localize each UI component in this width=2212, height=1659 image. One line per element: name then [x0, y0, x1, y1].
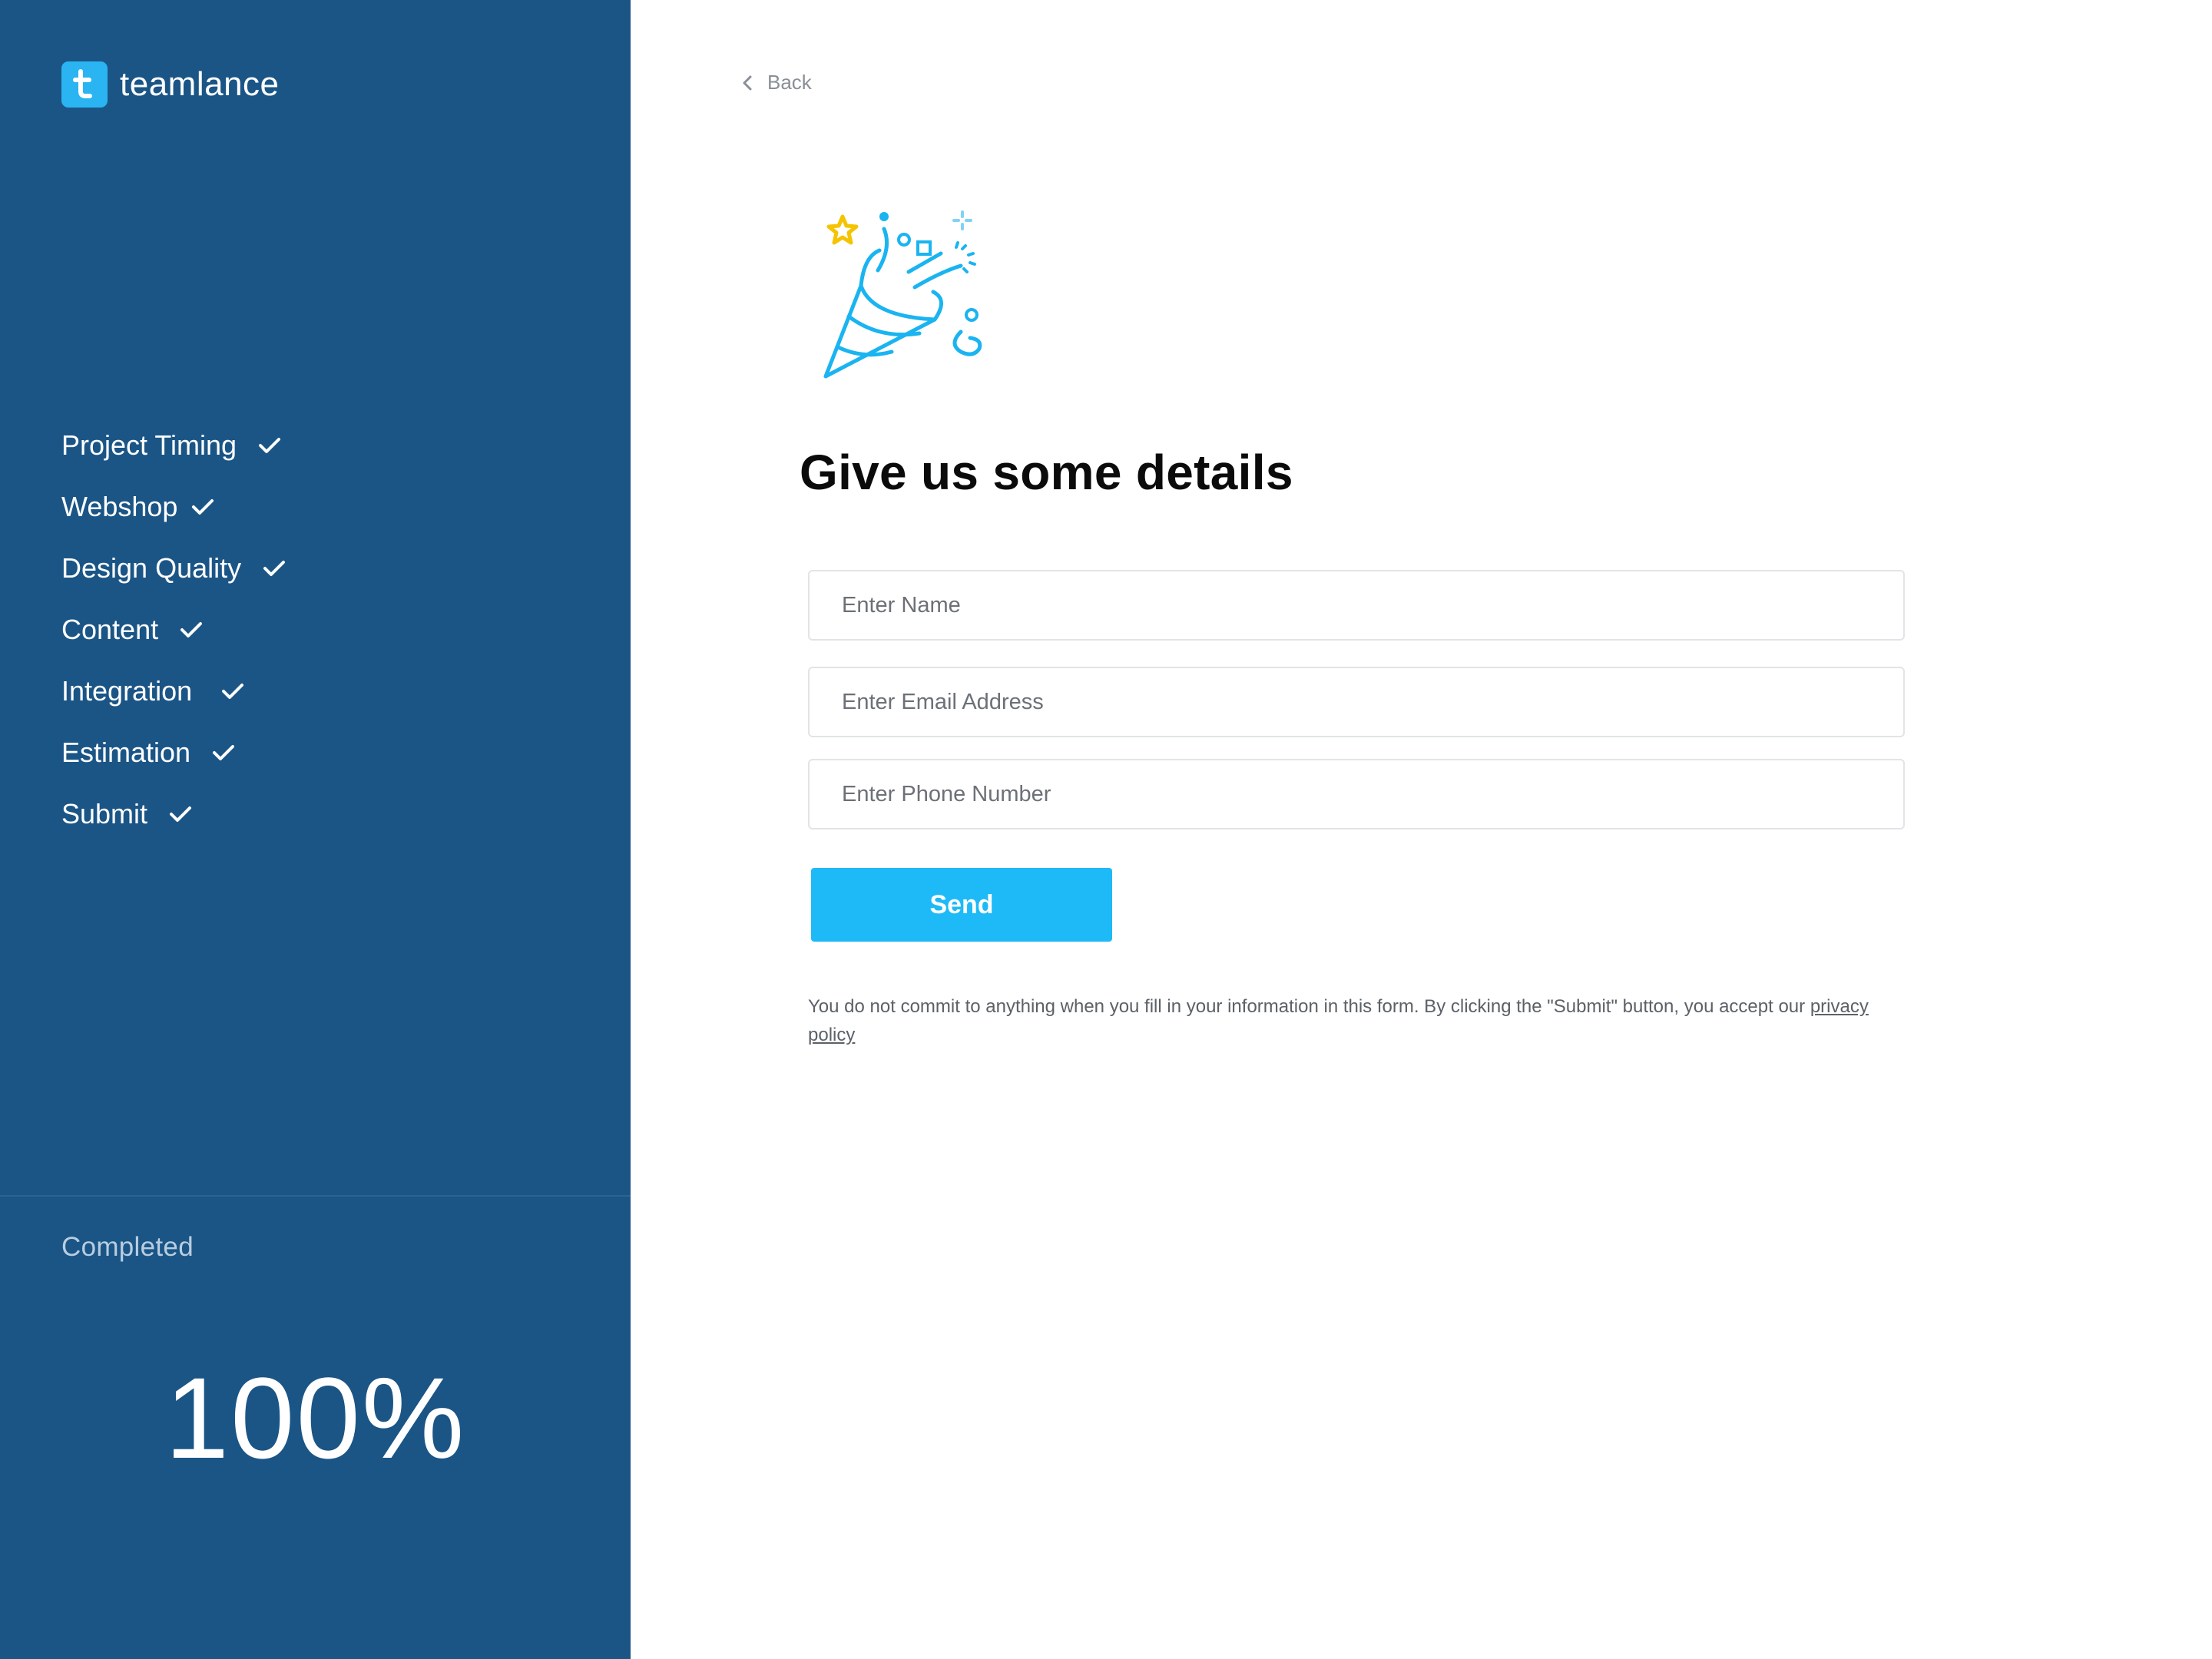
- email-input[interactable]: [808, 667, 1905, 737]
- brand[interactable]: teamlance: [61, 61, 280, 108]
- step-integration[interactable]: Integration: [61, 661, 286, 722]
- check-icon: [263, 559, 286, 578]
- check-icon: [169, 805, 192, 823]
- step-label: Webshop: [61, 491, 178, 522]
- back-label: Back: [767, 71, 812, 94]
- party-popper-icon: [818, 201, 1002, 386]
- page-title: Give us some details: [800, 445, 1293, 500]
- chevron-left-icon: [741, 75, 753, 91]
- step-design-quality[interactable]: Design Quality: [61, 538, 286, 599]
- name-input[interactable]: [808, 570, 1905, 641]
- completed-label: Completed: [61, 1232, 194, 1262]
- step-submit[interactable]: Submit: [61, 783, 286, 845]
- teamlance-logo-icon: [61, 61, 108, 108]
- disclaimer-text: You do not commit to anything when you f…: [808, 996, 1806, 1017]
- step-webshop[interactable]: Webshop: [61, 476, 286, 538]
- progress-steps: Project Timing Webshop Design Quality Co…: [61, 415, 286, 845]
- step-label: Content: [61, 614, 159, 645]
- check-icon: [191, 498, 214, 516]
- step-label: Design Quality: [61, 552, 242, 584]
- check-icon: [180, 621, 203, 639]
- send-button[interactable]: Send: [811, 868, 1112, 942]
- step-label: Estimation: [61, 737, 191, 768]
- back-link[interactable]: Back: [741, 71, 812, 94]
- step-label: Submit: [61, 798, 148, 830]
- step-label: Project Timing: [61, 429, 237, 461]
- step-project-timing[interactable]: Project Timing: [61, 415, 286, 476]
- step-label: Integration: [61, 675, 193, 707]
- step-estimation[interactable]: Estimation: [61, 722, 286, 783]
- app: teamlance Project Timing Webshop Design …: [0, 0, 2212, 1659]
- check-icon: [258, 436, 281, 455]
- sidebar: teamlance Project Timing Webshop Design …: [0, 0, 631, 1659]
- check-icon: [212, 743, 235, 762]
- check-icon: [221, 682, 244, 700]
- disclaimer: You do not commit to anything when you f…: [808, 992, 1914, 1049]
- main-content: Back Give us some details Enter Name Ent…: [631, 0, 2212, 1659]
- step-content[interactable]: Content: [61, 599, 286, 661]
- sidebar-divider: [0, 1195, 631, 1197]
- phone-input[interactable]: [808, 759, 1905, 830]
- completion-percent: 100%: [164, 1353, 466, 1482]
- brand-name: teamlance: [120, 65, 280, 103]
